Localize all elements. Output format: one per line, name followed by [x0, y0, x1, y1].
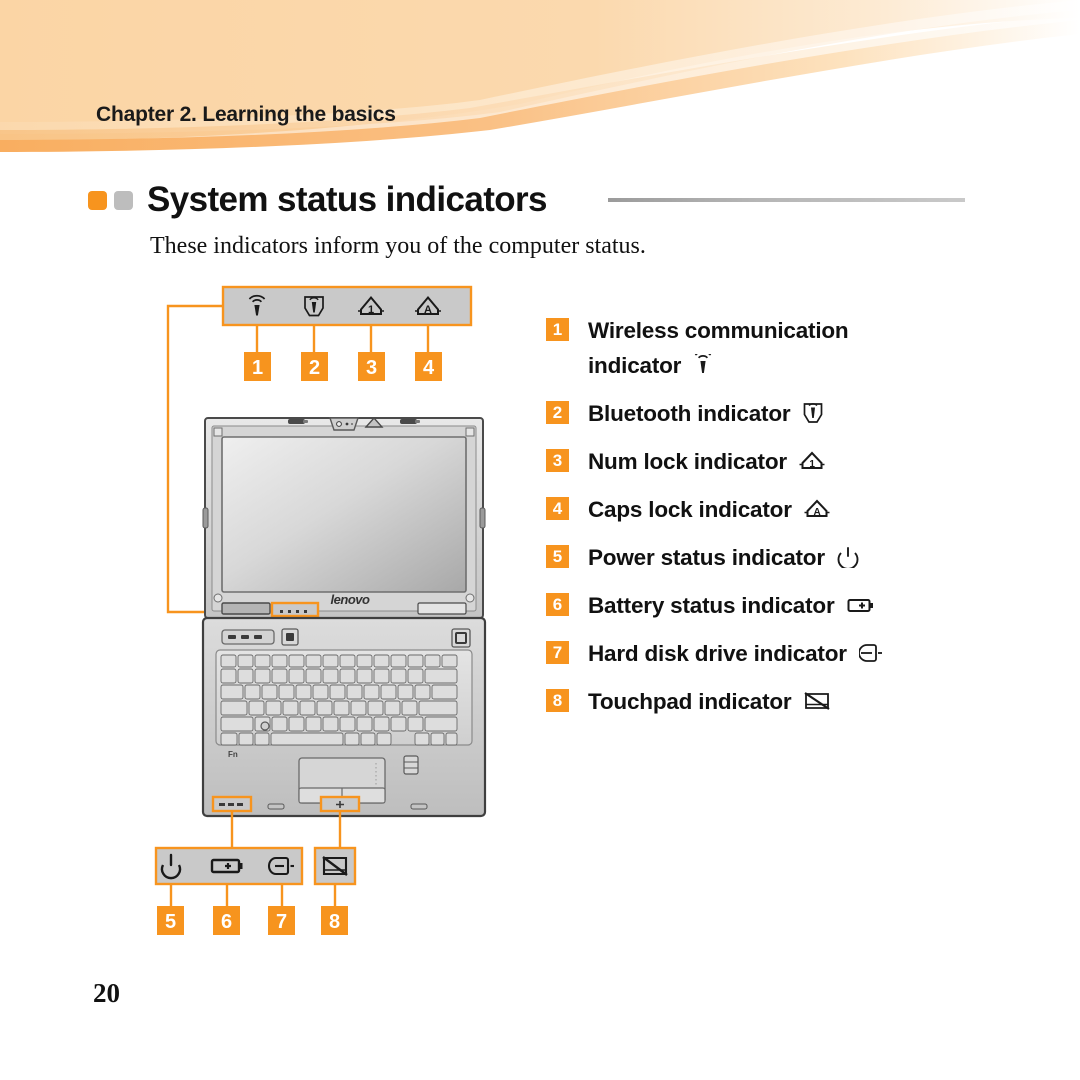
chapter-title: Chapter 2. Learning the basics — [96, 103, 396, 126]
bottom-number-badges: 5 6 7 8 — [157, 884, 348, 935]
list-label-5: Power status indicator — [588, 540, 859, 578]
svg-text:6: 6 — [221, 911, 232, 933]
list-label-1-line1: Wireless communication — [588, 318, 849, 343]
svg-text:1: 1 — [252, 357, 263, 379]
hard-disk-icon — [858, 639, 883, 674]
top-indicator-panel: 1 A — [221, 285, 473, 327]
list-badge-4: 4 — [546, 497, 569, 520]
svg-text:3: 3 — [366, 357, 377, 379]
svg-text:1: 1 — [368, 304, 374, 316]
heading-divider — [608, 198, 965, 202]
list-label-4: Caps lock indicator A — [588, 492, 830, 530]
list-badge-7: 7 — [546, 641, 569, 664]
caps-lock-icon: A — [804, 495, 830, 530]
list-label-2: Bluetooth indicator — [588, 396, 823, 434]
laptop-base: Fn — [201, 616, 487, 818]
list-label-6-text: Battery status indicator — [588, 593, 835, 618]
list-item: 3 Num lock indicator 1 — [546, 444, 1046, 482]
list-item: 7 Hard disk drive indicator — [546, 636, 1046, 674]
bluetooth-antenna-icon — [803, 399, 823, 434]
laptop-lid: lenovo — [202, 416, 486, 619]
list-item: 4 Caps lock indicator A — [546, 492, 1046, 530]
list-label-7-text: Hard disk drive indicator — [588, 641, 847, 666]
svg-text:Fn: Fn — [228, 750, 238, 759]
svg-text:4: 4 — [423, 357, 435, 379]
manual-page: Chapter 2. Learning the basics System st… — [0, 0, 1080, 1080]
svg-text:8: 8 — [329, 911, 340, 933]
indicator-list: 1 Wireless communication indicator 2 Blu… — [546, 313, 1046, 732]
list-label-8-text: Touchpad indicator — [588, 689, 792, 714]
bottom-indicator-panel — [154, 846, 357, 886]
list-label-2-text: Bluetooth indicator — [588, 401, 791, 426]
list-label-4-text: Caps lock indicator — [588, 497, 792, 522]
list-item: 8 Touchpad indicator — [546, 684, 1046, 722]
list-badge-2: 2 — [546, 401, 569, 424]
list-badge-3: 3 — [546, 449, 569, 472]
list-item: 6 Battery status indicator — [546, 588, 1046, 626]
list-label-1-line2: indicator — [588, 353, 682, 378]
list-label-8: Touchpad indicator — [588, 684, 830, 722]
svg-text:5: 5 — [165, 911, 176, 933]
list-item: 2 Bluetooth indicator — [546, 396, 1046, 434]
laptop-indicator-figure: 1 A 1 2 3 4 lenovo Fn 5 6 7 8 — [0, 0, 520, 1000]
list-badge-8: 8 — [546, 689, 569, 712]
list-badge-1: 1 — [546, 318, 569, 341]
list-badge-5: 5 — [546, 545, 569, 568]
brand-logo: lenovo — [331, 592, 370, 607]
list-label-6: Battery status indicator — [588, 588, 875, 626]
page-number: 20 — [93, 978, 120, 1008]
svg-text:7: 7 — [276, 911, 287, 933]
list-badge-6: 6 — [546, 593, 569, 616]
list-label-7: Hard disk drive indicator — [588, 636, 883, 674]
list-label-3: Num lock indicator 1 — [588, 444, 825, 482]
svg-text:A: A — [424, 304, 432, 316]
svg-text:1: 1 — [809, 459, 815, 470]
touchpad-icon — [803, 687, 830, 722]
list-item: 5 Power status indicator — [546, 540, 1046, 578]
list-label-3-text: Num lock indicator — [588, 449, 787, 474]
battery-icon — [847, 591, 875, 626]
wireless-antenna-icon — [693, 350, 713, 386]
list-item: 1 Wireless communication indicator — [546, 313, 1046, 386]
svg-text:2: 2 — [309, 357, 320, 379]
num-lock-icon: 1 — [799, 447, 825, 482]
power-icon — [837, 543, 859, 578]
list-label-5-text: Power status indicator — [588, 545, 825, 570]
top-number-badges: 1 2 3 4 — [244, 325, 442, 381]
svg-text:A: A — [813, 507, 820, 518]
list-label-1: Wireless communication indicator — [588, 313, 849, 386]
